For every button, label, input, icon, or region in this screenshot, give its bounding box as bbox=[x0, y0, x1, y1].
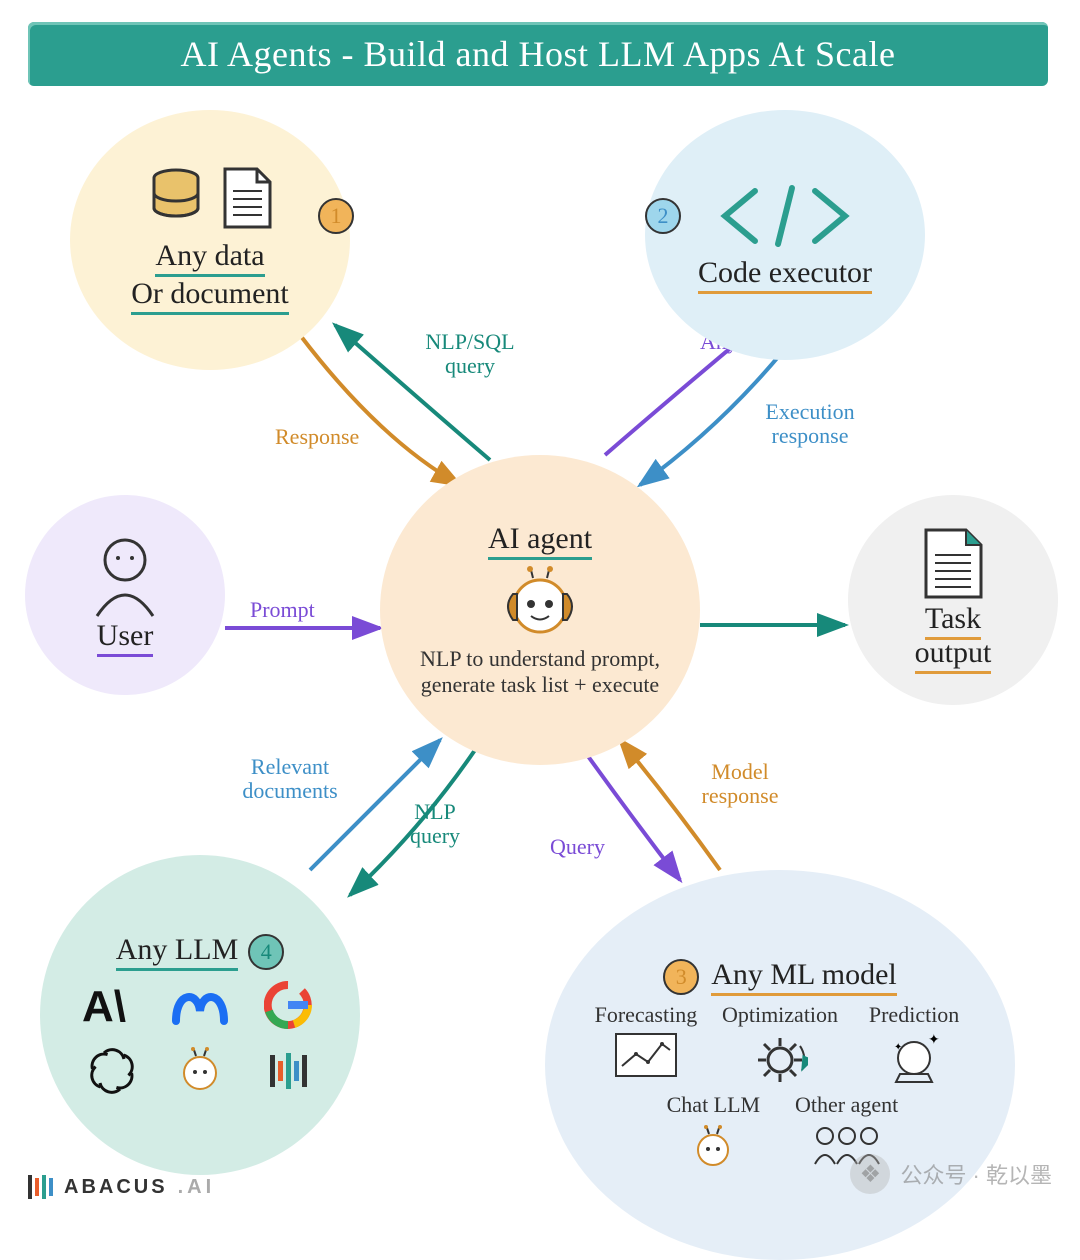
node-task-output: Task output bbox=[848, 495, 1058, 705]
ml-label: Any ML model bbox=[711, 958, 897, 996]
svg-text:✦: ✦ bbox=[894, 1042, 902, 1053]
badge-4: 4 bbox=[248, 934, 284, 970]
mistral-logo-icon bbox=[264, 1047, 312, 1095]
watermark-text: 公众号 · 乾以墨 bbox=[900, 1158, 1052, 1190]
chart-icon bbox=[614, 1032, 678, 1078]
badge-1: 1 bbox=[318, 198, 354, 234]
task-label2: output bbox=[915, 636, 992, 674]
node-data-label1: Any data bbox=[155, 239, 264, 277]
edge-model-response: Model response bbox=[680, 760, 800, 808]
database-icon bbox=[146, 166, 206, 226]
node-any-ml-model: 3 Any ML model Forecasting Optimization … bbox=[545, 870, 1015, 1260]
badge-2: 2 bbox=[645, 198, 681, 234]
crystal-ball-icon: ✦✦ bbox=[886, 1032, 942, 1088]
user-label: User bbox=[97, 619, 154, 657]
agent-title: AI agent bbox=[488, 522, 592, 560]
page-icon bbox=[921, 527, 986, 602]
badge-3: 3 bbox=[663, 959, 699, 995]
wechat-icon: ❖ bbox=[850, 1154, 890, 1194]
footer-brand-name: ABACUS bbox=[64, 1176, 168, 1199]
ml-prediction: Prediction ✦✦ bbox=[856, 1002, 972, 1088]
llm-label: Any LLM bbox=[116, 933, 239, 971]
gear-icon bbox=[752, 1032, 808, 1088]
node-ai-agent: AI agent NLP to understand prompt, gener… bbox=[380, 455, 700, 765]
robot-small-icon bbox=[687, 1122, 739, 1172]
svg-text:✦: ✦ bbox=[928, 1033, 940, 1048]
edge-query: Query bbox=[550, 835, 605, 859]
edge-nlp-sql-query: NLP/SQL query bbox=[410, 330, 530, 378]
anthropic-logo-icon: A\ bbox=[82, 981, 142, 1029]
node-code-label: Code executor bbox=[698, 256, 872, 294]
page-title: AI Agents - Build and Host LLM Apps At S… bbox=[28, 22, 1048, 86]
svg-text:A\: A\ bbox=[82, 982, 126, 1029]
watermark: ❖ 公众号 · 乾以墨 bbox=[850, 1154, 1052, 1194]
document-icon bbox=[220, 166, 275, 231]
edge-relevant-docs: Relevant documents bbox=[220, 755, 360, 803]
node-data: Any data Or document 1 bbox=[70, 110, 350, 370]
ml-chat-llm: Chat LLM bbox=[662, 1092, 765, 1172]
footer-brand-suffix: .AI bbox=[178, 1176, 216, 1199]
abacus-logo-icon bbox=[24, 1172, 54, 1202]
abacus-bot-icon bbox=[174, 1045, 226, 1097]
footer-brand: ABACUS .AI bbox=[24, 1172, 215, 1202]
task-label1: Task bbox=[925, 602, 981, 640]
code-icon bbox=[710, 176, 860, 256]
user-icon bbox=[85, 534, 165, 619]
openai-logo-icon bbox=[86, 1045, 138, 1097]
google-logo-icon bbox=[264, 981, 312, 1029]
ml-optimization: Optimization bbox=[722, 1002, 838, 1088]
title-text: AI Agents - Build and Host LLM Apps At S… bbox=[181, 33, 896, 75]
node-code-executor: Code executor 2 bbox=[645, 110, 925, 360]
data-icons bbox=[146, 166, 275, 231]
node-user: User bbox=[25, 495, 225, 695]
edge-exec-response: Execution response bbox=[745, 400, 875, 448]
agent-desc: NLP to understand prompt, generate task … bbox=[420, 646, 660, 699]
meta-logo-icon bbox=[168, 981, 232, 1029]
node-data-label2: Or document bbox=[131, 277, 288, 315]
edge-response: Response bbox=[275, 425, 359, 449]
edge-nlp-query: NLP query bbox=[395, 800, 475, 848]
edge-prompt: Prompt bbox=[250, 598, 315, 622]
ml-forecasting: Forecasting bbox=[588, 1002, 704, 1088]
node-any-llm: Any LLM 4 A\ bbox=[40, 855, 360, 1175]
robot-icon bbox=[495, 566, 585, 646]
